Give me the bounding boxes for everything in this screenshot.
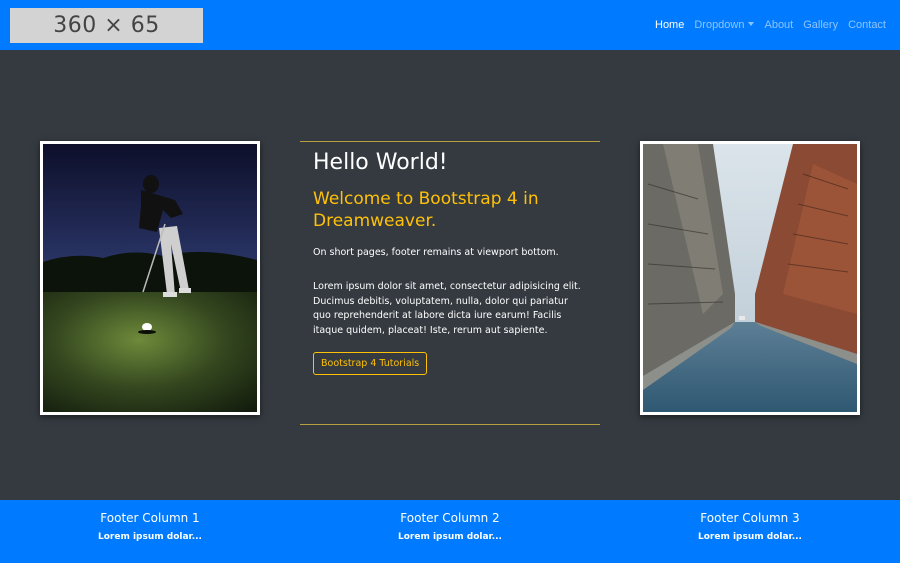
nav-item-contact[interactable]: Contact bbox=[848, 19, 886, 31]
brand-placeholder-text: 360 × 65 bbox=[53, 13, 160, 38]
footer-column-text: Lorem ipsum dolar... bbox=[398, 532, 502, 542]
body-paragraph: Lorem ipsum dolor sit amet, consectetur … bbox=[313, 281, 581, 336]
caret-down-icon bbox=[748, 22, 755, 26]
nav-item-dropdown-label: Dropdown bbox=[694, 19, 745, 31]
golfer-photo bbox=[40, 141, 260, 415]
navbar: 360 × 65 Home Dropdown About Gallery Con… bbox=[0, 0, 900, 50]
footer-column-title: Footer Column 2 bbox=[400, 511, 500, 525]
footer: Footer Column 1 Lorem ipsum dolar... Foo… bbox=[0, 500, 900, 563]
city-street-photo bbox=[640, 141, 860, 415]
footer-column-text: Lorem ipsum dolar... bbox=[98, 532, 202, 542]
footer-column-3: Footer Column 3 Lorem ipsum dolar... bbox=[600, 500, 900, 543]
footer-column-2: Footer Column 2 Lorem ipsum dolar... bbox=[300, 500, 600, 543]
footer-note-text: On short pages, footer remains at viewpo… bbox=[313, 247, 559, 258]
main-content: Hello World! Welcome to Bootstrap 4 in D… bbox=[300, 141, 600, 425]
footer-column-title: Footer Column 1 bbox=[100, 511, 200, 525]
street-image bbox=[643, 144, 857, 412]
footer-column-title: Footer Column 3 bbox=[700, 511, 800, 525]
brand-logo-placeholder[interactable]: 360 × 65 bbox=[10, 8, 203, 43]
page-title: Hello World! bbox=[313, 150, 448, 175]
nav-item-home[interactable]: Home bbox=[655, 19, 684, 31]
golfer-image bbox=[43, 144, 257, 412]
footer-column-text: Lorem ipsum dolar... bbox=[698, 532, 802, 542]
nav-item-dropdown[interactable]: Dropdown bbox=[694, 19, 755, 31]
page-subtitle: Welcome to Bootstrap 4 in Dreamweaver. bbox=[313, 189, 539, 231]
nav-menu: Home Dropdown About Gallery Contact bbox=[655, 0, 886, 50]
nav-item-about[interactable]: About bbox=[764, 19, 793, 31]
bootstrap-tutorials-button[interactable]: Bootstrap 4 Tutorials bbox=[313, 352, 428, 375]
nav-item-gallery[interactable]: Gallery bbox=[803, 19, 838, 31]
footer-column-1: Footer Column 1 Lorem ipsum dolar... bbox=[0, 500, 300, 543]
